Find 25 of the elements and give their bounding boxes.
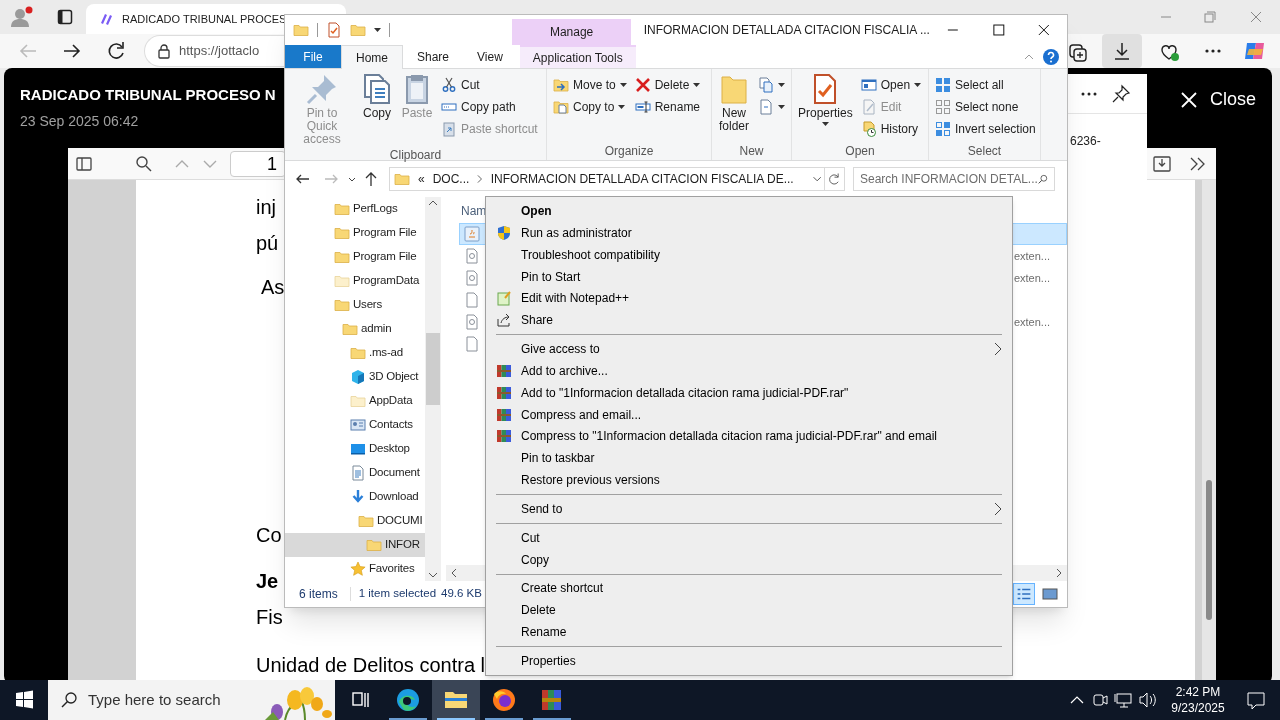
group-label: New xyxy=(738,143,765,160)
page-text: As xyxy=(261,275,285,300)
context-tab-header: Manage xyxy=(512,19,631,45)
breadcrumb-prefix: « xyxy=(418,171,425,188)
file-type: exten... xyxy=(1013,248,1050,264)
window-title: INFORMACION DETALLADA CITACION FISCALIA ... xyxy=(643,22,930,39)
viewer-date: 23 Sep 2025 06:42 xyxy=(20,111,140,131)
url-text: https://jottaclo xyxy=(179,42,260,61)
group-label: Clipboard xyxy=(388,147,443,164)
page-text: Fis xyxy=(256,605,283,630)
group-label: Select xyxy=(966,143,1003,160)
page-text: Co xyxy=(256,523,282,548)
status-text: 49.6 KB xyxy=(441,586,482,602)
download-item-text: 6236- xyxy=(1070,134,1101,148)
page-text: inj xyxy=(256,195,276,220)
viewer-title: RADICADO TRIBUNAL PROCESO N xyxy=(20,85,276,105)
group-label: Open xyxy=(844,143,876,160)
page-text: pú xyxy=(256,231,279,256)
group-label: Organize xyxy=(603,143,655,160)
file-type: exten... xyxy=(1013,314,1050,330)
file-type: exten... xyxy=(1013,270,1050,286)
status-text: 1 item selected xyxy=(358,586,437,602)
page-text: Je xyxy=(256,569,279,594)
status-text: 6 items xyxy=(299,586,338,603)
page-text: Unidad de Delitos contra l xyxy=(256,653,485,678)
